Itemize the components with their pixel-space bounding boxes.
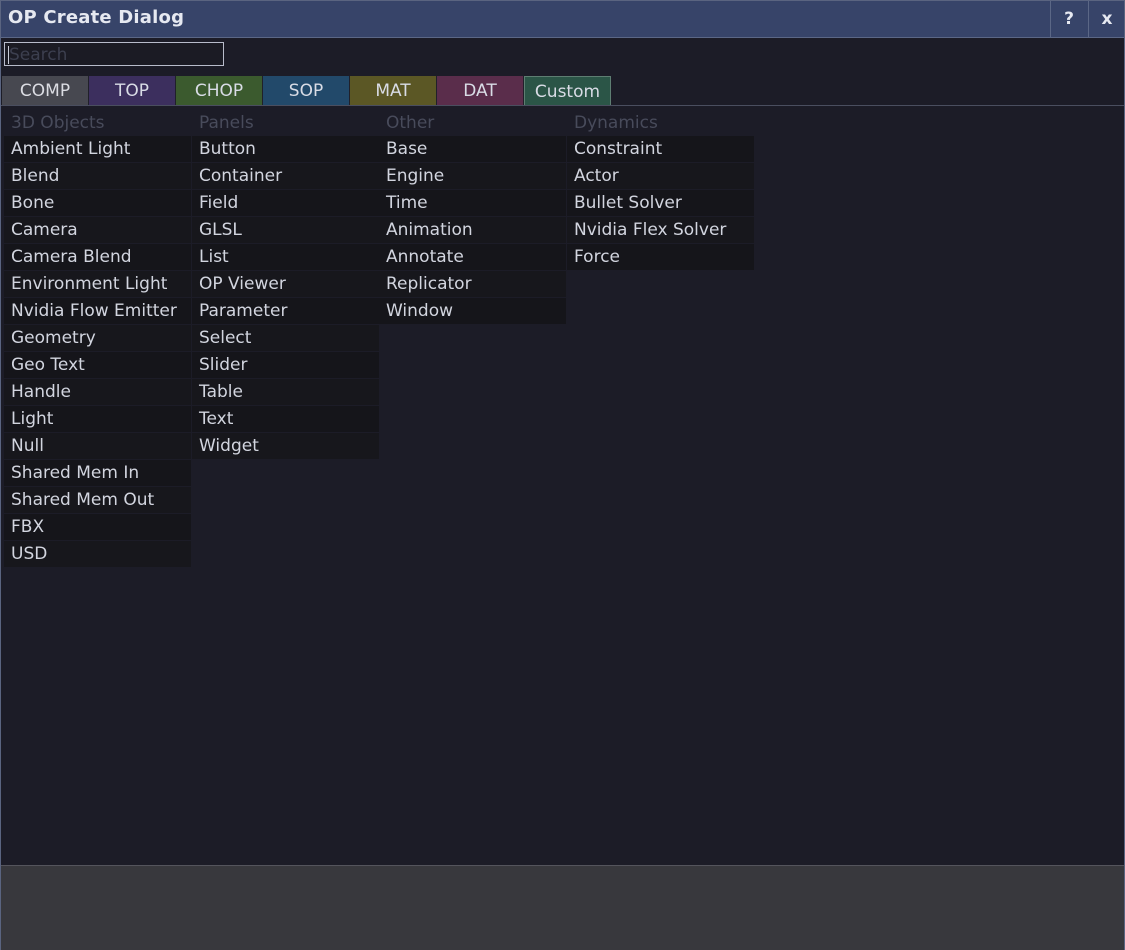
operator-item[interactable]: Time [379,190,566,216]
operator-item[interactable]: Slider [192,352,379,378]
operator-family-tabs: COMP TOP CHOP SOP MAT DAT Custom [1,76,1124,106]
title-bar[interactable]: OP Create Dialog ? x [1,1,1124,38]
operator-item[interactable]: Annotate [379,244,566,270]
op-create-dialog: OP Create Dialog ? x COMP TOP CHOP SOP M… [0,0,1125,950]
operator-item[interactable]: Light [4,406,191,432]
operator-item[interactable]: Shared Mem Out [4,487,191,513]
operator-item[interactable]: Container [192,163,379,189]
operator-item[interactable]: Shared Mem In [4,460,191,486]
tab-top[interactable]: TOP [89,76,176,105]
operator-item[interactable]: Camera [4,217,191,243]
column-header: Other [386,113,435,133]
operator-item[interactable]: Camera Blend [4,244,191,270]
column-3d-objects: 3D Objects Ambient Light Blend Bone Came… [4,111,191,568]
help-button[interactable]: ? [1050,1,1087,37]
operator-item[interactable]: Actor [567,163,754,189]
column-header: 3D Objects [11,113,105,133]
tab-mat[interactable]: MAT [350,76,437,105]
column-panels: Panels Button Container Field GLSL List … [192,111,379,460]
operator-item[interactable]: FBX [4,514,191,540]
footer-panel [1,865,1124,950]
column-header: Dynamics [574,113,658,133]
operator-item[interactable]: Nvidia Flow Emitter [4,298,191,324]
search-input[interactable] [4,42,224,66]
operator-item[interactable]: Text [192,406,379,432]
operator-item[interactable]: Ambient Light [4,136,191,162]
tab-dat[interactable]: DAT [437,76,524,105]
tab-comp[interactable]: COMP [2,76,89,105]
dialog-title: OP Create Dialog [8,7,185,28]
operator-item[interactable]: List [192,244,379,270]
operator-item[interactable]: Widget [192,433,379,459]
operator-item[interactable]: Button [192,136,379,162]
operator-item[interactable]: Select [192,325,379,351]
operator-item[interactable]: Replicator [379,271,566,297]
operator-item[interactable]: Constraint [567,136,754,162]
column-header: Panels [199,113,254,133]
operator-item[interactable]: Engine [379,163,566,189]
operator-item[interactable]: GLSL [192,217,379,243]
operator-item[interactable]: Null [4,433,191,459]
operator-item[interactable]: Animation [379,217,566,243]
close-button[interactable]: x [1088,1,1125,37]
operator-item[interactable]: Base [379,136,566,162]
column-dynamics: Dynamics Constraint Actor Bullet Solver … [567,111,754,271]
operator-item[interactable]: USD [4,541,191,567]
operator-item[interactable]: Blend [4,163,191,189]
operator-item[interactable]: Parameter [192,298,379,324]
column-other: Other Base Engine Time Animation Annotat… [379,111,566,325]
tab-chop[interactable]: CHOP [176,76,263,105]
operator-item[interactable]: Table [192,379,379,405]
operator-item[interactable]: Bullet Solver [567,190,754,216]
operator-item[interactable]: Environment Light [4,271,191,297]
operator-item[interactable]: Nvidia Flex Solver [567,217,754,243]
operator-item[interactable]: Field [192,190,379,216]
operator-item[interactable]: Handle [4,379,191,405]
operator-item[interactable]: Force [567,244,754,270]
operator-item[interactable]: Geo Text [4,352,191,378]
tab-custom[interactable]: Custom [524,76,611,105]
operator-item[interactable]: OP Viewer [192,271,379,297]
operator-item[interactable]: Geometry [4,325,191,351]
operator-item[interactable]: Bone [4,190,191,216]
text-cursor [8,46,9,64]
operator-item[interactable]: Window [379,298,566,324]
tab-sop[interactable]: SOP [263,76,350,105]
